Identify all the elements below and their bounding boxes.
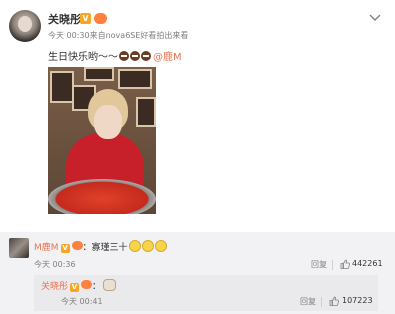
verified-badge-icon: V [80, 13, 91, 24]
thumbs-up-icon[interactable] [340, 259, 350, 269]
comment-time: 今天 00:36 [34, 260, 76, 269]
vip-level-badge-icon [94, 13, 107, 24]
wall-frame [50, 71, 74, 103]
vip-level-badge-icon [81, 280, 93, 289]
comments-section: M鹿M V ：寡瑾三十 今天 00:36 回复 442261 关晓彤 V： 今天 00… [0, 232, 395, 314]
wall-frame [136, 97, 156, 127]
smile-emoji-icon [141, 240, 154, 252]
like-count: 107223 [342, 296, 373, 305]
vip-level-badge-icon [71, 241, 83, 250]
cake-emoji-icon [119, 51, 129, 61]
sub-reply-author[interactable]: 关晓彤 [41, 282, 68, 292]
sub-reply: 关晓彤 V ： 今天 00:41 回复 107223 [34, 275, 378, 311]
verified-badge-icon: V [60, 244, 70, 253]
wall-frame [118, 69, 152, 89]
post-meta: 今天 00:30来自nova6SE好看拍出来看 [48, 31, 189, 40]
divider [321, 297, 322, 307]
post-photo[interactable] [48, 67, 156, 214]
smile-emoji-icon [154, 240, 167, 252]
sub-reply-time: 今天 00:41 [61, 297, 103, 306]
author-name[interactable]: 关晓彤 [48, 11, 81, 27]
thumbs-up-icon[interactable] [329, 296, 339, 306]
sub-reply-separator: ： [92, 282, 102, 292]
sub-reply-line: 关晓彤 V ： [41, 279, 117, 292]
mention-link[interactable]: @鹿M [153, 52, 182, 63]
comment-text: 寡瑾三十 [91, 243, 128, 253]
hotpot [48, 179, 156, 214]
wall-frame [84, 67, 114, 81]
reply-button[interactable]: 回复 [311, 259, 327, 270]
weibo-post: 关晓彤 V 今天 00:30来自nova6SE好看拍出来看 生日快乐哟～～ @鹿M [0, 0, 395, 232]
post-text-body: 生日快乐哟～～ [48, 52, 118, 63]
chevron-down-icon[interactable] [369, 14, 381, 22]
commenter-name[interactable]: M鹿M [34, 243, 59, 253]
post-text: 生日快乐哟～～ @鹿M [48, 48, 182, 63]
like-count: 442261 [352, 259, 383, 268]
comment-separator: ： [82, 243, 92, 253]
cake-emoji-icon [130, 51, 140, 61]
comment-line: M鹿M V ：寡瑾三十 [34, 240, 167, 253]
smile-emoji-icon [128, 240, 141, 252]
author-avatar[interactable] [9, 10, 41, 42]
divider [332, 260, 333, 270]
face [94, 105, 122, 139]
reply-button[interactable]: 回复 [300, 296, 316, 307]
verified-badge-icon: V [70, 283, 80, 292]
cat-emoji-icon [103, 279, 117, 291]
cake-emoji-icon [141, 51, 151, 61]
commenter-avatar[interactable] [9, 238, 29, 258]
